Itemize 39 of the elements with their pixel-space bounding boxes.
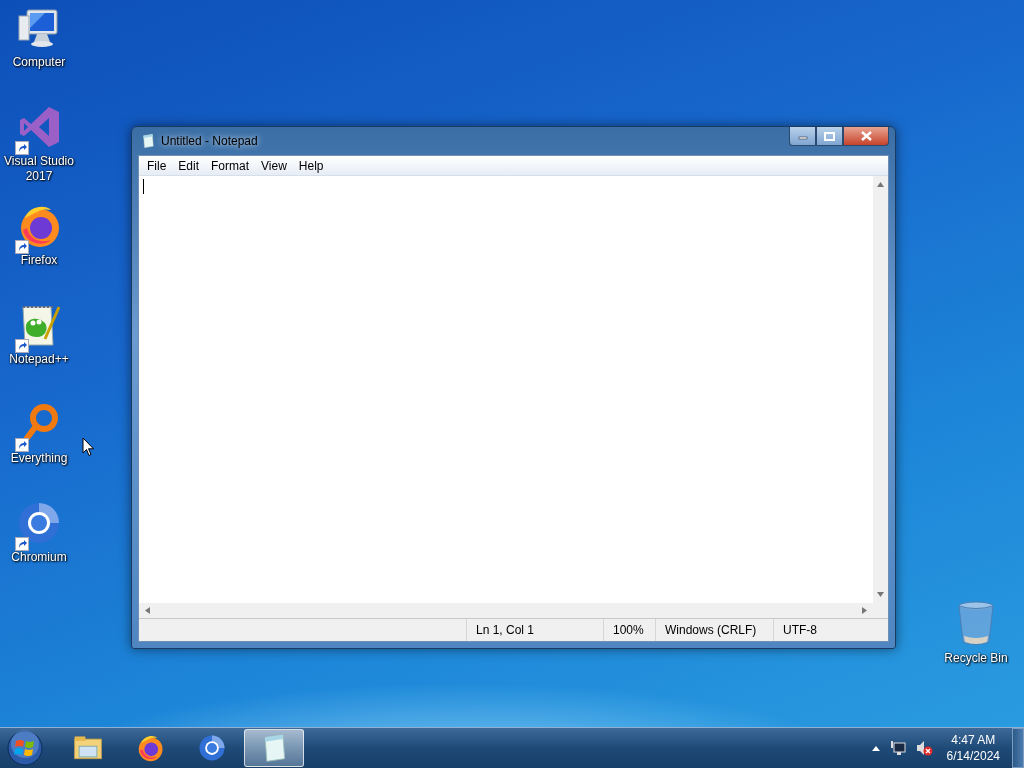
horizontal-scrollbar[interactable] bbox=[139, 603, 873, 618]
desktop-shortcut[interactable]: Visual Studio 2017 bbox=[0, 103, 78, 202]
show-desktop-button[interactable] bbox=[1012, 728, 1024, 768]
maximize-icon bbox=[824, 131, 835, 141]
maximize-button[interactable] bbox=[816, 127, 843, 146]
scroll-right-arrow-icon[interactable] bbox=[862, 607, 867, 614]
desktop-shortcut[interactable]: Notepad++ bbox=[0, 301, 78, 400]
status-text: Windows (CRLF) bbox=[655, 619, 773, 641]
recycle-bin-icon bbox=[956, 600, 996, 648]
mouse-pointer-icon bbox=[82, 437, 95, 457]
clock-date[interactable]: 6/14/2024 bbox=[946, 748, 1000, 764]
desktop-shortcut[interactable]: Chromium bbox=[0, 499, 78, 598]
status-text: Ln 1, Col 1 bbox=[466, 619, 603, 641]
scroll-down-arrow-icon[interactable] bbox=[877, 592, 884, 597]
chromium-icon bbox=[197, 733, 227, 763]
scroll-left-arrow-icon[interactable] bbox=[145, 607, 150, 614]
text-caret bbox=[143, 179, 144, 194]
menu-item[interactable]: Format bbox=[205, 158, 256, 173]
status-text: UTF-8 bbox=[773, 619, 888, 641]
status-text: 100% bbox=[603, 619, 655, 641]
scroll-up-arrow-icon[interactable] bbox=[877, 182, 884, 187]
menu-item[interactable]: View bbox=[255, 158, 293, 173]
clock-time[interactable]: 4:47 AM bbox=[951, 732, 996, 748]
desktop-shortcut[interactable]: Computer bbox=[0, 4, 78, 103]
close-button[interactable] bbox=[843, 127, 889, 146]
muted-speaker-icon[interactable] bbox=[915, 740, 933, 756]
show-hidden-icons-icon[interactable] bbox=[871, 745, 880, 751]
minimize-button[interactable] bbox=[789, 127, 816, 146]
notepad-icon bbox=[140, 133, 156, 149]
window-title: Untitled - Notepad bbox=[161, 134, 258, 148]
close-icon bbox=[860, 131, 872, 141]
menu-item[interactable]: Edit bbox=[172, 158, 206, 173]
desktop-shortcut[interactable]: Firefox bbox=[0, 202, 78, 301]
desktop-shortcut[interactable]: Everything bbox=[0, 400, 78, 499]
vertical-scrollbar[interactable] bbox=[873, 176, 888, 603]
network-icon[interactable] bbox=[889, 740, 906, 756]
menu-item[interactable]: File bbox=[141, 158, 173, 173]
taskbar-button[interactable] bbox=[244, 729, 304, 767]
menu-item[interactable]: Help bbox=[292, 158, 330, 173]
